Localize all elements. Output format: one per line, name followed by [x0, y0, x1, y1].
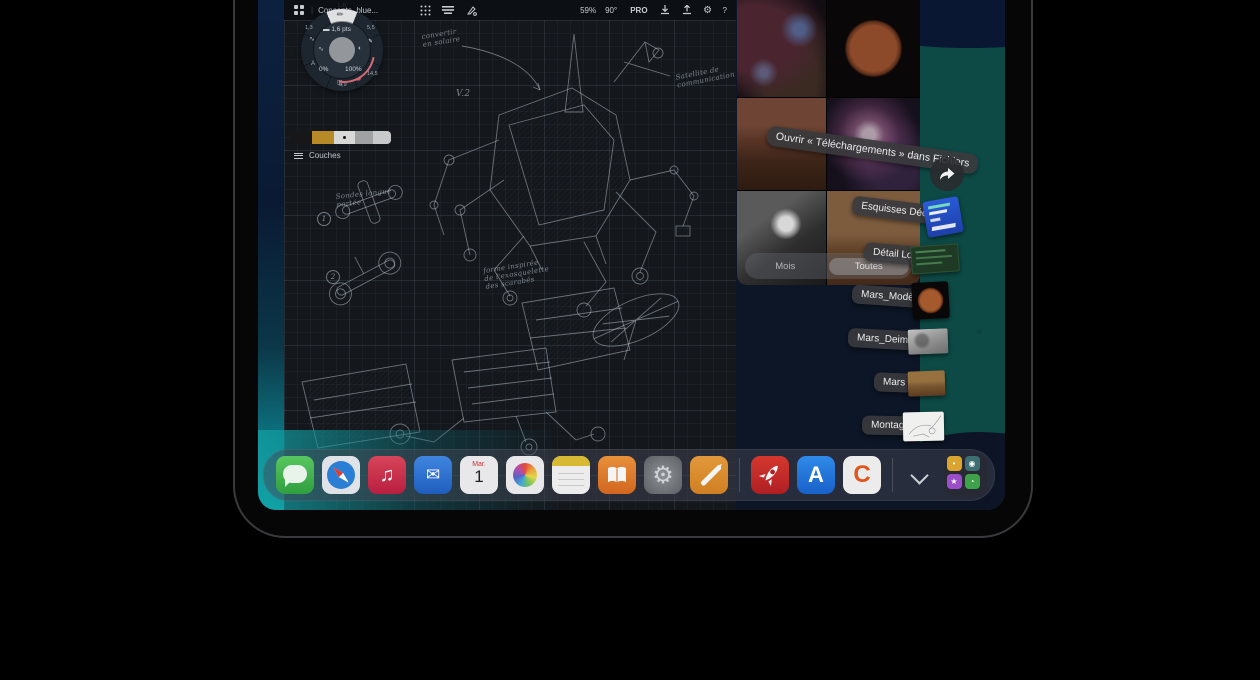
swatch-silver[interactable]: [373, 131, 391, 144]
concepts-app-icon[interactable]: C: [843, 456, 881, 494]
tool-size-left: 1,3: [305, 25, 313, 31]
speech-bubble-icon: [283, 465, 307, 483]
flower-icon: [513, 463, 537, 487]
app-store-letter: A: [797, 456, 835, 494]
thumb-blue-sticker[interactable]: [922, 196, 964, 238]
swatch-grey[interactable]: [355, 131, 373, 144]
dock: ♫ ✉ Mar. 1 ⚙ A C • ◉ ★ ◔: [263, 449, 995, 501]
rotation-value[interactable]: 90°: [605, 6, 617, 15]
segment-mois[interactable]: Mois: [745, 261, 826, 272]
swatch-light-grey-selected[interactable]: [334, 131, 355, 144]
ipad-screen: convertir en solaire Satellite de commun…: [258, 0, 1005, 510]
layers-icon: [294, 151, 303, 160]
help-icon[interactable]: ?: [723, 6, 727, 15]
settings-app-icon[interactable]: ⚙: [644, 456, 682, 494]
annotation-marker-2: 2: [326, 270, 340, 284]
notes-yellow-band: [552, 456, 590, 466]
opacity-min: 0%: [319, 66, 328, 73]
tool-wheel[interactable]: 1,6 ✎ 1,3 5,5 14,5 8,9 ∿ ✒ A ▰ ◲ ▬ 1,6 p…: [301, 9, 383, 91]
mini-camera-icon: ◉: [965, 456, 980, 471]
precision-grid-icon[interactable]: [418, 3, 432, 17]
tool-size-bottom-right: 14,5: [367, 71, 378, 77]
thumb-white-sketch[interactable]: [903, 412, 944, 442]
books-app-icon[interactable]: [598, 456, 636, 494]
pen-nib-icon[interactable]: [464, 3, 478, 17]
stroke-width-value: ▬ 1,6 pts: [323, 26, 351, 33]
safari-app-icon[interactable]: [322, 456, 360, 494]
layers-button[interactable]: Couches: [294, 151, 341, 160]
pro-badge[interactable]: PRO: [630, 6, 647, 15]
settings-gear-icon[interactable]: ⚙: [701, 3, 715, 17]
notes-app-icon[interactable]: [552, 456, 590, 494]
pen-app-icon[interactable]: [690, 456, 728, 494]
tool-size-top-right: 5,5: [367, 25, 375, 31]
photos-app-icon[interactable]: [506, 456, 544, 494]
selected-swatch-dot: [343, 136, 346, 139]
rocket-icon: [751, 456, 789, 494]
photo-nebula-horsehead[interactable]: [737, 0, 826, 97]
app-store-icon[interactable]: A: [797, 456, 835, 494]
forward-arrow-icon: [938, 166, 956, 182]
thumb-sepia-landscape[interactable]: [908, 370, 946, 396]
open-book-icon: [598, 456, 636, 494]
mini-star-icon: ★: [947, 474, 962, 489]
active-tool-size: 1,6: [337, 2, 346, 9]
swatch-black[interactable]: [290, 131, 312, 144]
layers-lines-icon[interactable]: [441, 3, 455, 17]
opacity-max: 100%: [345, 66, 362, 73]
thumb-mars-sphere[interactable]: [911, 281, 950, 320]
calendar-app-icon[interactable]: Mar. 1: [460, 456, 498, 494]
import-icon[interactable]: [658, 3, 672, 17]
calendar-day: 1: [460, 468, 498, 485]
swatch-gold[interactable]: [312, 131, 334, 144]
export-icon[interactable]: [680, 3, 694, 17]
contrast-icon: ◐: [358, 45, 362, 52]
photo-mars-planet[interactable]: [827, 0, 920, 97]
music-note-icon: ♫: [380, 464, 395, 487]
color-swatch-bar[interactable]: [290, 131, 391, 144]
gear-icon: ⚙: [644, 456, 682, 494]
music-app-icon[interactable]: ♫: [368, 456, 406, 494]
messages-app-icon[interactable]: [276, 456, 314, 494]
mini-clock-icon: ◔: [965, 474, 980, 489]
pen-icon: [700, 465, 722, 487]
dock-divider-2: [892, 458, 893, 492]
layers-label: Couches: [309, 151, 341, 160]
dock-divider: [739, 458, 740, 492]
dock-collapse-chevron-icon[interactable]: [908, 463, 932, 487]
share-drop-indicator[interactable]: [930, 157, 964, 191]
mail-app-icon[interactable]: ✉: [414, 456, 452, 494]
mini-lightbulb-icon: •: [947, 456, 962, 471]
app-library-icon[interactable]: • ◉ ★ ◔: [944, 454, 987, 497]
annotation-marker-1: 1: [317, 212, 331, 226]
concepts-letter: C: [843, 456, 881, 494]
rocket-app-icon[interactable]: [751, 456, 789, 494]
tool-wheel-center-knob[interactable]: [329, 37, 355, 63]
thumb-green-circuit-board[interactable]: [910, 243, 960, 274]
annotation-v2: V.2: [456, 90, 470, 98]
thumb-grey-moon-texture[interactable]: [908, 328, 949, 354]
zoom-level[interactable]: 59%: [580, 6, 596, 15]
compass-icon: [322, 456, 360, 494]
envelope-icon: ✉: [426, 465, 440, 485]
